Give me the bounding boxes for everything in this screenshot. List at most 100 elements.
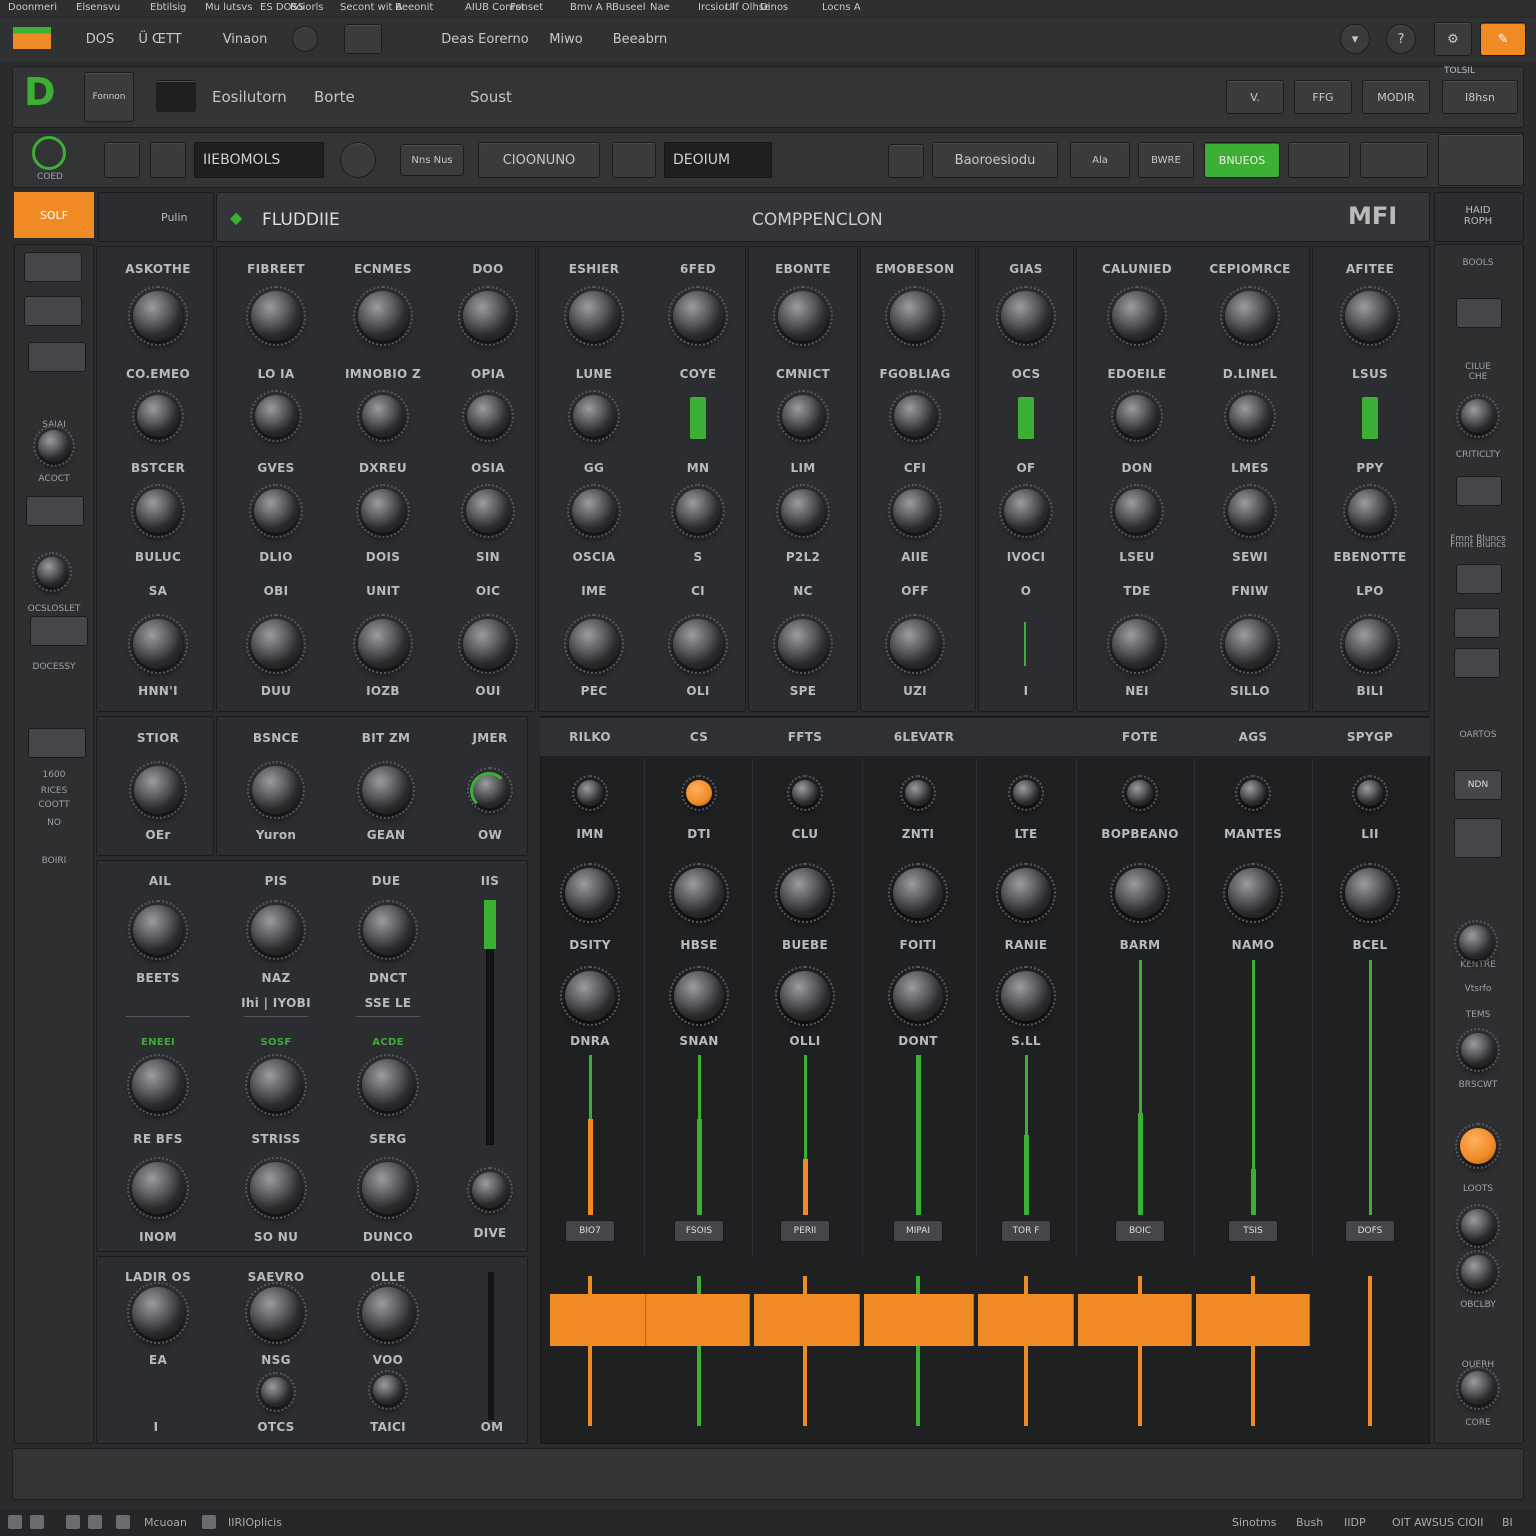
preset-box[interactable]: Pulin bbox=[98, 192, 214, 242]
knob-3[interactable] bbox=[1343, 484, 1397, 538]
channel-knob[interactable] bbox=[888, 863, 948, 923]
knob-4[interactable] bbox=[885, 614, 945, 674]
pattern-block[interactable] bbox=[754, 1294, 860, 1346]
toolbar3-button[interactable]: Baoroesiodu bbox=[932, 142, 1058, 178]
pattern-block[interactable] bbox=[550, 1294, 646, 1346]
toolbar-button[interactable]: Deas Eorerno bbox=[440, 24, 530, 54]
knob[interactable] bbox=[247, 761, 305, 819]
status-icon[interactable] bbox=[88, 1515, 102, 1529]
settings-icon[interactable]: ⚙ bbox=[1434, 22, 1472, 56]
knob-1[interactable] bbox=[128, 286, 188, 346]
menu-item[interactable]: Roiorls bbox=[290, 2, 324, 13]
knob-3[interactable] bbox=[567, 484, 621, 538]
knob[interactable] bbox=[1456, 1204, 1500, 1248]
pattern-block[interactable] bbox=[1078, 1294, 1192, 1346]
status-icon[interactable] bbox=[30, 1515, 44, 1529]
toolbar2-button[interactable]: I8hsn bbox=[1442, 80, 1518, 114]
knob-2[interactable] bbox=[568, 390, 620, 442]
send-fader-track[interactable] bbox=[488, 1272, 494, 1420]
send-knob[interactable] bbox=[681, 775, 717, 811]
knob[interactable] bbox=[245, 1282, 307, 1344]
green-toggle-switch[interactable] bbox=[1362, 397, 1378, 439]
send-knob[interactable] bbox=[1122, 775, 1158, 811]
knob-button[interactable] bbox=[340, 142, 376, 178]
knob[interactable] bbox=[357, 1157, 419, 1219]
mixer-icon[interactable]: Fonnon bbox=[84, 72, 134, 122]
channel-button[interactable]: PERII bbox=[780, 1220, 830, 1242]
menu-item[interactable]: Fonset bbox=[510, 2, 543, 13]
knob-1[interactable] bbox=[564, 286, 624, 346]
knob-3[interactable] bbox=[888, 484, 942, 538]
channel-knob-2[interactable] bbox=[996, 966, 1056, 1026]
knob-1[interactable] bbox=[885, 286, 945, 346]
channel-button[interactable]: BIO7 bbox=[565, 1220, 615, 1242]
menu-item[interactable]: Ebtilsi bbox=[150, 2, 180, 13]
channel-knob-2[interactable] bbox=[669, 966, 729, 1026]
knob-4[interactable] bbox=[564, 614, 624, 674]
sidebar-button[interactable]: NDN bbox=[1454, 770, 1502, 800]
sidebar-button[interactable] bbox=[1454, 818, 1502, 858]
green-toggle-switch[interactable] bbox=[690, 397, 706, 439]
send-knob[interactable] bbox=[900, 775, 936, 811]
knob[interactable] bbox=[129, 761, 187, 819]
menu-item[interactable]: Bmv A R bbox=[570, 2, 613, 13]
knob[interactable] bbox=[127, 1282, 189, 1344]
knob-2[interactable] bbox=[250, 390, 302, 442]
menu-item[interactable]: Dinos bbox=[760, 2, 788, 13]
knob-3[interactable] bbox=[131, 484, 185, 538]
knob[interactable] bbox=[33, 425, 75, 467]
sidebar-button[interactable] bbox=[24, 252, 82, 282]
knob-2[interactable] bbox=[462, 390, 514, 442]
knob-2[interactable] bbox=[889, 390, 941, 442]
channel-knob-2[interactable] bbox=[560, 966, 620, 1026]
loop-icon[interactable] bbox=[344, 24, 382, 54]
channel-button[interactable]: TSIS bbox=[1228, 1220, 1278, 1242]
toolbar2-button[interactable]: FFG bbox=[1294, 80, 1352, 114]
send-knob[interactable] bbox=[1235, 775, 1271, 811]
channel-button[interactable]: BOIC bbox=[1115, 1220, 1165, 1242]
power-icon[interactable] bbox=[32, 136, 66, 170]
knob[interactable] bbox=[245, 1054, 307, 1116]
arrow-button[interactable] bbox=[1288, 142, 1350, 178]
globe-icon[interactable] bbox=[1438, 134, 1524, 186]
knob-3[interactable] bbox=[671, 484, 725, 538]
menu-item[interactable]: Secont wit A bbox=[340, 2, 402, 13]
knob-2[interactable] bbox=[357, 390, 409, 442]
waveform-icon[interactable] bbox=[156, 80, 196, 112]
knob-4[interactable] bbox=[773, 614, 833, 674]
knob-3[interactable] bbox=[356, 484, 410, 538]
sidebar-button[interactable] bbox=[28, 342, 86, 372]
toolbar2-label[interactable]: Soust bbox=[470, 88, 512, 106]
knob-4[interactable] bbox=[1107, 614, 1167, 674]
knob[interactable] bbox=[1456, 1028, 1500, 1072]
knob-1[interactable] bbox=[1220, 286, 1280, 346]
pattern-block[interactable] bbox=[864, 1294, 974, 1346]
knob-2[interactable] bbox=[1224, 390, 1276, 442]
sidebar-button[interactable] bbox=[1454, 608, 1500, 638]
channel-button[interactable]: TOR F bbox=[1001, 1220, 1051, 1242]
knob-1[interactable] bbox=[353, 286, 413, 346]
toolbar-button[interactable]: Ü ŒTT bbox=[130, 24, 190, 54]
pattern-block[interactable] bbox=[978, 1294, 1074, 1346]
toolbar2-label[interactable]: Borte bbox=[314, 88, 355, 106]
knob[interactable] bbox=[368, 1370, 408, 1410]
knob[interactable] bbox=[357, 761, 415, 819]
status-icon[interactable] bbox=[202, 1515, 216, 1529]
sidebar-button[interactable] bbox=[1454, 648, 1500, 678]
fader-knob[interactable] bbox=[467, 1167, 513, 1213]
knob-3[interactable] bbox=[461, 484, 515, 538]
chart-icon[interactable] bbox=[104, 142, 140, 178]
toolbar-button[interactable]: Miwo bbox=[544, 24, 588, 54]
menu-bar[interactable]: Doonmeri Elsensvu Ebtilsi g Mu lutsvs ES DOSS… bbox=[0, 0, 1536, 16]
sidebar-button[interactable] bbox=[28, 728, 86, 758]
channel-knob[interactable] bbox=[996, 863, 1056, 923]
toolbar-button[interactable]: Vinaon bbox=[210, 24, 280, 54]
sidebar-button[interactable] bbox=[1456, 298, 1502, 328]
knob[interactable] bbox=[357, 1282, 419, 1344]
knob[interactable] bbox=[1456, 1366, 1500, 1410]
knob-3[interactable] bbox=[1223, 484, 1277, 538]
knob[interactable] bbox=[358, 900, 418, 960]
menu-item[interactable]: Doonmeri bbox=[8, 2, 57, 13]
menu-item[interactable]: Elsensvu bbox=[76, 2, 120, 13]
knob[interactable] bbox=[128, 900, 188, 960]
